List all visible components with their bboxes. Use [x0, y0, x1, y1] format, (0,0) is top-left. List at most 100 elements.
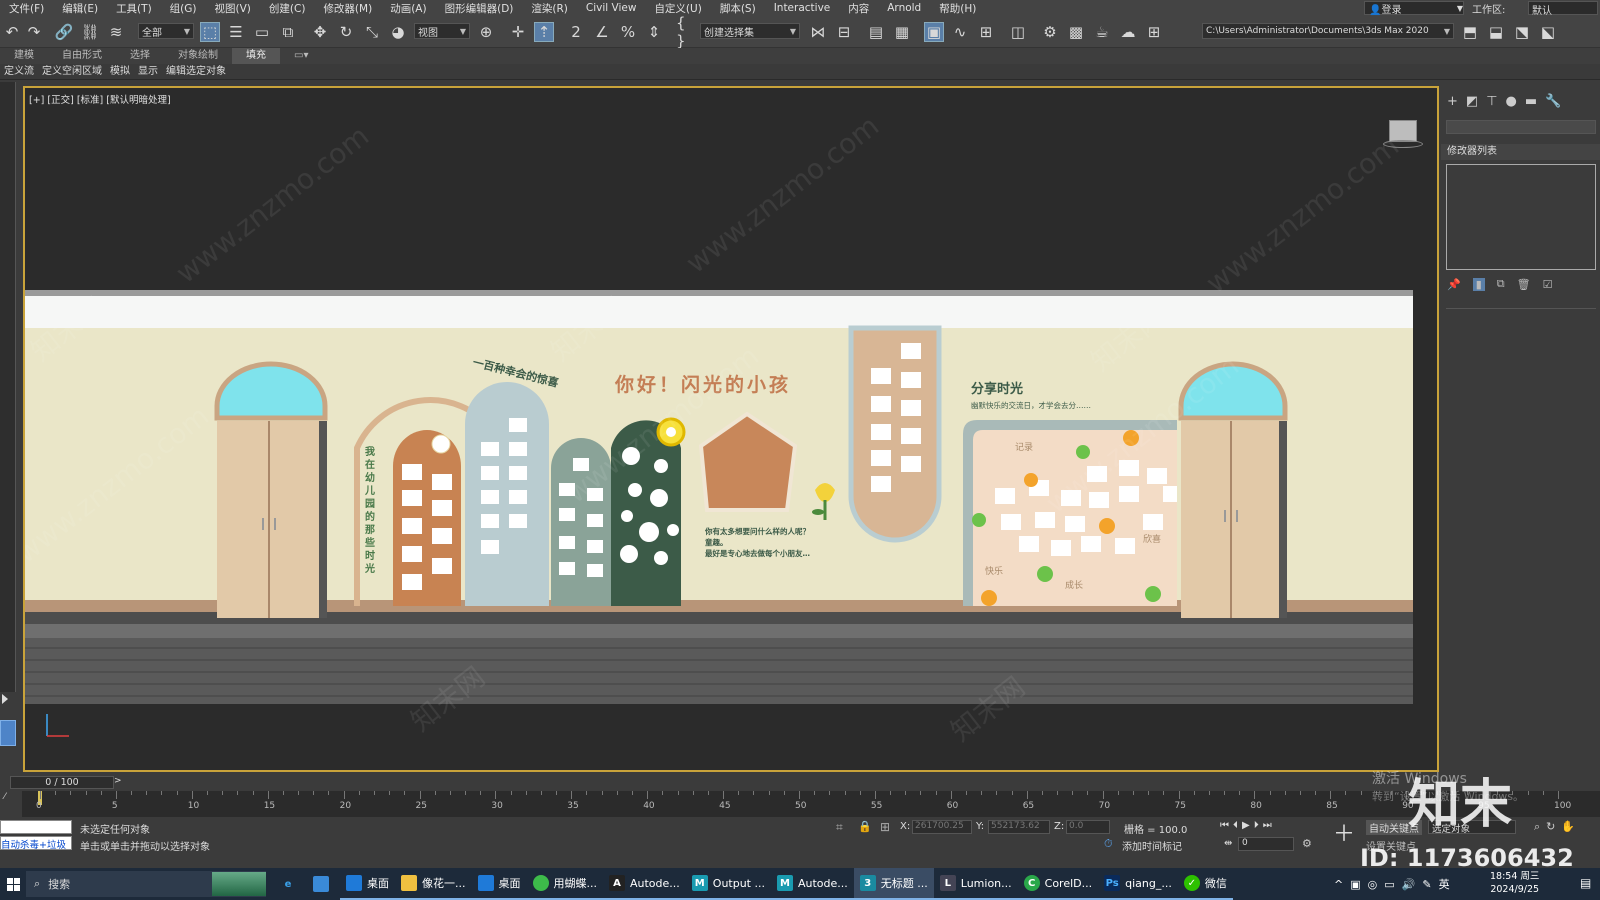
align-icon[interactable]: ⊟: [834, 22, 854, 42]
menu-scripting[interactable]: 脚本(S): [711, 1, 765, 16]
menu-graph-editors[interactable]: 图形编辑器(D): [436, 1, 523, 16]
modifier-stack[interactable]: [1446, 164, 1596, 270]
selection-lock-icon[interactable]: 🔒: [858, 820, 872, 833]
time-config-icon[interactable]: ⚙: [1302, 837, 1312, 850]
remove-modifier-icon[interactable]: 🗑: [1517, 278, 1531, 291]
pan-icon[interactable]: ✋: [1561, 820, 1575, 834]
absolute-mode-icon[interactable]: ⊞: [880, 820, 890, 834]
taskbar-item-coreldraw[interactable]: C CorelD...: [1017, 868, 1099, 900]
select-by-name-icon[interactable]: ☰: [226, 22, 246, 42]
display-button[interactable]: 显示: [134, 64, 162, 79]
set-key-icon[interactable]: ＋: [1330, 818, 1358, 847]
workspace-select[interactable]: 默认: [1528, 1, 1598, 17]
zoom-icon[interactable]: ⌕: [1534, 820, 1540, 834]
window-crossing-icon[interactable]: ⧉: [278, 22, 298, 42]
bind-space-warp-icon[interactable]: ≋: [106, 22, 126, 42]
taskbar-item-autodesk-1[interactable]: A Autode...: [603, 868, 686, 900]
ribbon-options-icon[interactable]: ▭▾: [280, 48, 322, 64]
make-unique-icon[interactable]: ⧉: [1497, 277, 1505, 291]
edit-selected-button[interactable]: 编辑选定对象: [162, 64, 230, 79]
reference-coord-dropdown[interactable]: 视图 ▼: [414, 23, 470, 39]
goto-start-icon[interactable]: ⏮: [1220, 820, 1229, 834]
current-frame-field[interactable]: 0: [1238, 837, 1294, 851]
select-object-icon[interactable]: ⬚: [200, 22, 220, 42]
prev-frame-icon[interactable]: ⏴: [1233, 820, 1238, 834]
angle-snap-icon[interactable]: ∠: [592, 22, 612, 42]
track-bar-toggle-icon[interactable]: ⁄: [4, 792, 6, 802]
project-create-icon[interactable]: ⬔: [1512, 22, 1532, 42]
keyboard-shortcut-override-icon[interactable]: ⇡: [534, 22, 554, 42]
time-tag-icon[interactable]: ⏱: [1104, 837, 1113, 851]
pivot-center-icon[interactable]: ⊕: [476, 22, 496, 42]
render-grid-icon[interactable]: ⊞: [1144, 22, 1164, 42]
project-folder-icon[interactable]: ⬒: [1460, 22, 1480, 42]
show-end-result-icon[interactable]: ▮: [1472, 277, 1485, 291]
key-mode-icon[interactable]: ⇹: [1224, 838, 1232, 849]
menu-content[interactable]: 内容: [839, 1, 878, 16]
tab-selection[interactable]: 选择: [116, 48, 164, 64]
taskbar-item-desktop-1[interactable]: 桌面: [340, 868, 395, 900]
play-icon[interactable]: ▶: [1242, 820, 1250, 834]
orbit-icon[interactable]: ↻: [1546, 820, 1555, 834]
next-key-icon[interactable]: ⏵: [1254, 820, 1259, 834]
tab-populate[interactable]: 填充: [232, 48, 280, 64]
pen-icon[interactable]: ✎: [1422, 878, 1431, 891]
ime-indicator[interactable]: 英: [1439, 876, 1450, 892]
taskbar-search[interactable]: ⌕ 搜索: [26, 871, 266, 897]
render-setup-icon[interactable]: ⚙: [1040, 22, 1060, 42]
network-icon[interactable]: ▭: [1384, 878, 1394, 891]
hierarchy-tab-icon[interactable]: ⊤: [1486, 94, 1497, 109]
taskbar-explorer-app[interactable]: [307, 868, 340, 900]
taskbar-edge[interactable]: e: [274, 868, 307, 900]
tray-app-icon[interactable]: ▣: [1350, 878, 1360, 891]
tab-modeling[interactable]: 建模: [0, 48, 48, 64]
tab-freeform[interactable]: 自由形式: [48, 48, 116, 64]
viewport-front[interactable]: [+] [正交] [标准] [默认明暗处理] 你好！闪光的小孩 一百种幸会的惊喜…: [23, 86, 1439, 772]
render-cloud-icon[interactable]: ☁: [1118, 22, 1138, 42]
isolate-selection-icon[interactable]: ⌗: [836, 820, 843, 835]
y-coordinate-field[interactable]: 552173.62: [988, 820, 1050, 834]
display-tab-icon[interactable]: ▬: [1525, 94, 1537, 109]
edit-named-selection-icon[interactable]: { }: [676, 14, 696, 50]
menu-interactive[interactable]: Interactive: [765, 2, 840, 14]
configure-sets-icon[interactable]: ☑: [1543, 278, 1553, 291]
object-name-field[interactable]: [1446, 120, 1596, 134]
rotate-icon[interactable]: ↻: [336, 22, 356, 42]
z-coordinate-field[interactable]: 0.0: [1066, 820, 1110, 834]
spinner-snap-icon[interactable]: ⇕: [644, 22, 664, 42]
menu-rendering[interactable]: 渲染(R): [522, 1, 577, 16]
start-button[interactable]: [0, 868, 26, 900]
pin-stack-icon[interactable]: 📌: [1447, 278, 1461, 291]
move-icon[interactable]: ✥: [310, 22, 330, 42]
link-icon[interactable]: 🔗: [54, 22, 74, 42]
tray-expand-icon[interactable]: ^: [1334, 878, 1343, 891]
project-settings-icon[interactable]: ⬕: [1538, 22, 1558, 42]
material-editor-icon[interactable]: ◫: [1008, 22, 1028, 42]
menu-animation[interactable]: 动画(A): [381, 1, 435, 16]
menu-file[interactable]: 文件(F): [0, 1, 53, 16]
create-tab-icon[interactable]: +: [1447, 94, 1458, 109]
named-selection-dropdown[interactable]: 创建选择集 ▼: [700, 23, 800, 39]
taskbar-item-3dsmax[interactable]: 3 无标题 ...: [853, 868, 934, 900]
add-time-tag[interactable]: 添加时间标记: [1122, 838, 1182, 853]
menu-edit[interactable]: 编辑(E): [53, 1, 107, 16]
scale-icon[interactable]: ⤡: [362, 22, 382, 42]
unlink-icon[interactable]: ⛓: [80, 22, 100, 42]
tab-object-paint[interactable]: 对象绘制: [164, 48, 232, 64]
script-label[interactable]: 自动杀毒+垃圾: [0, 836, 72, 850]
goto-end-icon[interactable]: ⏭: [1263, 820, 1272, 834]
menu-view[interactable]: 视图(V): [206, 1, 260, 16]
taskbar-item-browser[interactable]: 用蝴蝶...: [526, 868, 603, 900]
scene-explorer-icon[interactable]: ▤: [866, 22, 886, 42]
layout-tab-thumb[interactable]: [0, 720, 16, 746]
track-bar[interactable]: 0 5 10 15 20 25 30 35 40 45 50 55 60 65 70 75 80 85 90 95 10…: [22, 791, 1600, 817]
taskbar-item-folder[interactable]: 像花一...: [395, 868, 472, 900]
time-slider[interactable]: 0 / 100: [10, 776, 114, 789]
layer-explorer-icon[interactable]: ▦: [892, 22, 912, 42]
rect-selection-icon[interactable]: ▭: [252, 22, 272, 42]
tray-app2-icon[interactable]: ◎: [1368, 878, 1378, 891]
login-dropdown[interactable]: 👤登录 ▼: [1364, 1, 1464, 16]
next-frame-icon[interactable]: >: [114, 776, 122, 786]
project-path-dropdown[interactable]: C:\Users\Administrator\Documents\3ds Max…: [1202, 23, 1454, 39]
clock[interactable]: 18:54 周三 2024/9/25: [1490, 870, 1539, 896]
